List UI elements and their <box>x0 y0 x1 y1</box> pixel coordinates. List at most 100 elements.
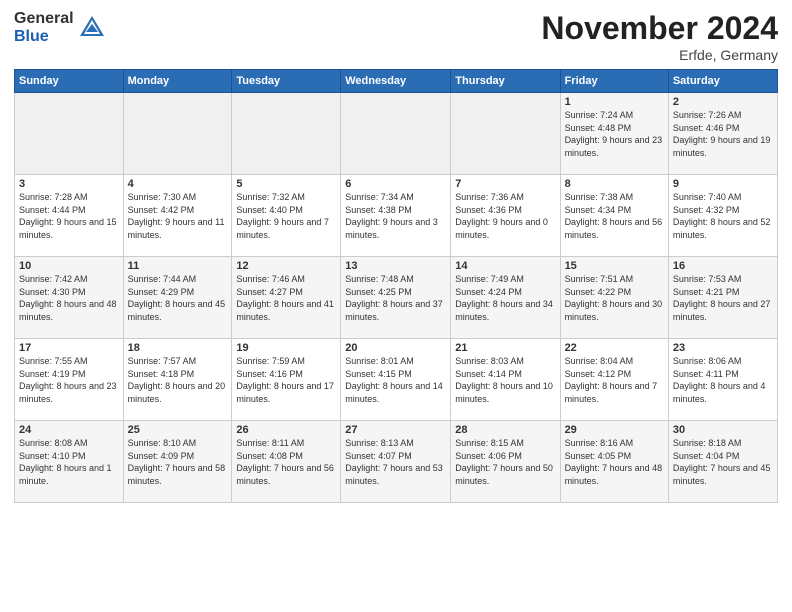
header-thursday: Thursday <box>451 70 560 93</box>
week-row-2: 3Sunrise: 7:28 AMSunset: 4:44 PMDaylight… <box>15 175 778 257</box>
day-info: Sunrise: 7:26 AMSunset: 4:46 PMDaylight:… <box>673 109 773 159</box>
day-number: 21 <box>455 342 555 354</box>
calendar-cell <box>451 93 560 175</box>
day-info: Sunrise: 8:10 AMSunset: 4:09 PMDaylight:… <box>128 437 228 487</box>
day-number: 4 <box>128 178 228 190</box>
calendar-cell: 19Sunrise: 7:59 AMSunset: 4:16 PMDayligh… <box>232 339 341 421</box>
day-info: Sunrise: 8:06 AMSunset: 4:11 PMDaylight:… <box>673 355 773 405</box>
day-info: Sunrise: 7:32 AMSunset: 4:40 PMDaylight:… <box>236 191 336 241</box>
header-monday: Monday <box>123 70 232 93</box>
calendar-header: Sunday Monday Tuesday Wednesday Thursday… <box>15 70 778 93</box>
calendar-cell: 21Sunrise: 8:03 AMSunset: 4:14 PMDayligh… <box>451 339 560 421</box>
day-number: 3 <box>19 178 119 190</box>
day-number: 17 <box>19 342 119 354</box>
calendar-cell: 6Sunrise: 7:34 AMSunset: 4:38 PMDaylight… <box>341 175 451 257</box>
week-row-5: 24Sunrise: 8:08 AMSunset: 4:10 PMDayligh… <box>15 421 778 503</box>
calendar-cell: 25Sunrise: 8:10 AMSunset: 4:09 PMDayligh… <box>123 421 232 503</box>
day-number: 10 <box>19 260 119 272</box>
day-number: 1 <box>565 96 664 108</box>
logo: General Blue <box>14 10 106 45</box>
day-info: Sunrise: 7:53 AMSunset: 4:21 PMDaylight:… <box>673 273 773 323</box>
day-info: Sunrise: 8:11 AMSunset: 4:08 PMDaylight:… <box>236 437 336 487</box>
header-wednesday: Wednesday <box>341 70 451 93</box>
day-number: 11 <box>128 260 228 272</box>
header-friday: Friday <box>560 70 668 93</box>
header-row: Sunday Monday Tuesday Wednesday Thursday… <box>15 70 778 93</box>
calendar-cell: 29Sunrise: 8:16 AMSunset: 4:05 PMDayligh… <box>560 421 668 503</box>
header-saturday: Saturday <box>668 70 777 93</box>
day-info: Sunrise: 8:16 AMSunset: 4:05 PMDaylight:… <box>565 437 664 487</box>
page-container: General Blue November 2024 Erfde, German… <box>0 0 792 509</box>
calendar-body: 1Sunrise: 7:24 AMSunset: 4:48 PMDaylight… <box>15 93 778 503</box>
calendar-cell: 27Sunrise: 8:13 AMSunset: 4:07 PMDayligh… <box>341 421 451 503</box>
day-info: Sunrise: 7:30 AMSunset: 4:42 PMDaylight:… <box>128 191 228 241</box>
day-number: 27 <box>345 424 446 436</box>
calendar-cell <box>123 93 232 175</box>
calendar-cell: 15Sunrise: 7:51 AMSunset: 4:22 PMDayligh… <box>560 257 668 339</box>
day-info: Sunrise: 8:03 AMSunset: 4:14 PMDaylight:… <box>455 355 555 405</box>
calendar-cell: 4Sunrise: 7:30 AMSunset: 4:42 PMDaylight… <box>123 175 232 257</box>
day-number: 12 <box>236 260 336 272</box>
day-info: Sunrise: 7:40 AMSunset: 4:32 PMDaylight:… <box>673 191 773 241</box>
day-info: Sunrise: 8:01 AMSunset: 4:15 PMDaylight:… <box>345 355 446 405</box>
day-number: 22 <box>565 342 664 354</box>
header: General Blue November 2024 Erfde, German… <box>14 10 778 63</box>
calendar-cell: 26Sunrise: 8:11 AMSunset: 4:08 PMDayligh… <box>232 421 341 503</box>
day-number: 19 <box>236 342 336 354</box>
day-info: Sunrise: 7:57 AMSunset: 4:18 PMDaylight:… <box>128 355 228 405</box>
day-number: 29 <box>565 424 664 436</box>
day-info: Sunrise: 8:15 AMSunset: 4:06 PMDaylight:… <box>455 437 555 487</box>
day-info: Sunrise: 7:51 AMSunset: 4:22 PMDaylight:… <box>565 273 664 323</box>
calendar-cell: 13Sunrise: 7:48 AMSunset: 4:25 PMDayligh… <box>341 257 451 339</box>
week-row-4: 17Sunrise: 7:55 AMSunset: 4:19 PMDayligh… <box>15 339 778 421</box>
day-info: Sunrise: 7:48 AMSunset: 4:25 PMDaylight:… <box>345 273 446 323</box>
week-row-1: 1Sunrise: 7:24 AMSunset: 4:48 PMDaylight… <box>15 93 778 175</box>
day-number: 20 <box>345 342 446 354</box>
day-info: Sunrise: 7:44 AMSunset: 4:29 PMDaylight:… <box>128 273 228 323</box>
title-block: November 2024 Erfde, Germany <box>541 10 778 63</box>
calendar-cell: 30Sunrise: 8:18 AMSunset: 4:04 PMDayligh… <box>668 421 777 503</box>
day-number: 18 <box>128 342 228 354</box>
logo-text: General Blue <box>14 10 74 45</box>
day-info: Sunrise: 7:34 AMSunset: 4:38 PMDaylight:… <box>345 191 446 241</box>
logo-general: General <box>14 10 74 28</box>
day-number: 8 <box>565 178 664 190</box>
calendar-cell: 7Sunrise: 7:36 AMSunset: 4:36 PMDaylight… <box>451 175 560 257</box>
calendar-cell: 5Sunrise: 7:32 AMSunset: 4:40 PMDaylight… <box>232 175 341 257</box>
day-info: Sunrise: 8:08 AMSunset: 4:10 PMDaylight:… <box>19 437 119 487</box>
day-info: Sunrise: 7:46 AMSunset: 4:27 PMDaylight:… <box>236 273 336 323</box>
location: Erfde, Germany <box>541 47 778 63</box>
day-info: Sunrise: 7:42 AMSunset: 4:30 PMDaylight:… <box>19 273 119 323</box>
calendar-cell: 9Sunrise: 7:40 AMSunset: 4:32 PMDaylight… <box>668 175 777 257</box>
calendar-cell: 23Sunrise: 8:06 AMSunset: 4:11 PMDayligh… <box>668 339 777 421</box>
calendar-cell <box>341 93 451 175</box>
day-number: 16 <box>673 260 773 272</box>
calendar-table: Sunday Monday Tuesday Wednesday Thursday… <box>14 69 778 503</box>
day-number: 5 <box>236 178 336 190</box>
calendar-cell: 10Sunrise: 7:42 AMSunset: 4:30 PMDayligh… <box>15 257 124 339</box>
header-tuesday: Tuesday <box>232 70 341 93</box>
calendar-cell: 12Sunrise: 7:46 AMSunset: 4:27 PMDayligh… <box>232 257 341 339</box>
day-number: 13 <box>345 260 446 272</box>
day-info: Sunrise: 7:28 AMSunset: 4:44 PMDaylight:… <box>19 191 119 241</box>
calendar-cell: 3Sunrise: 7:28 AMSunset: 4:44 PMDaylight… <box>15 175 124 257</box>
day-number: 23 <box>673 342 773 354</box>
calendar-cell: 11Sunrise: 7:44 AMSunset: 4:29 PMDayligh… <box>123 257 232 339</box>
month-title: November 2024 <box>541 10 778 47</box>
day-number: 26 <box>236 424 336 436</box>
calendar-cell: 20Sunrise: 8:01 AMSunset: 4:15 PMDayligh… <box>341 339 451 421</box>
logo-icon <box>78 12 106 40</box>
week-row-3: 10Sunrise: 7:42 AMSunset: 4:30 PMDayligh… <box>15 257 778 339</box>
calendar-cell: 17Sunrise: 7:55 AMSunset: 4:19 PMDayligh… <box>15 339 124 421</box>
calendar-cell: 18Sunrise: 7:57 AMSunset: 4:18 PMDayligh… <box>123 339 232 421</box>
day-number: 7 <box>455 178 555 190</box>
calendar-cell <box>232 93 341 175</box>
day-number: 28 <box>455 424 555 436</box>
calendar-cell <box>15 93 124 175</box>
day-info: Sunrise: 7:55 AMSunset: 4:19 PMDaylight:… <box>19 355 119 405</box>
day-number: 15 <box>565 260 664 272</box>
day-info: Sunrise: 7:49 AMSunset: 4:24 PMDaylight:… <box>455 273 555 323</box>
calendar-cell: 8Sunrise: 7:38 AMSunset: 4:34 PMDaylight… <box>560 175 668 257</box>
header-sunday: Sunday <box>15 70 124 93</box>
logo-blue: Blue <box>14 28 74 46</box>
